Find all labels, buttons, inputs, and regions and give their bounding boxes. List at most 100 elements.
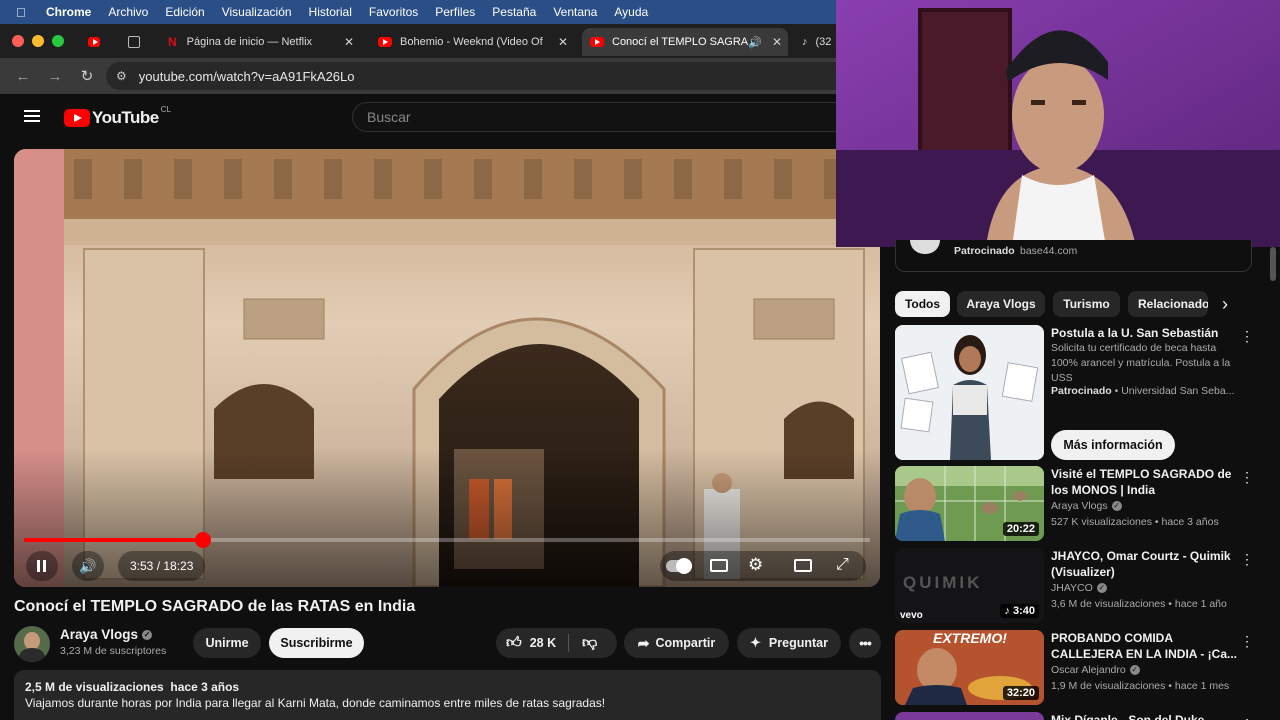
progress-scrubber[interactable] bbox=[194, 532, 211, 548]
menu-pestana[interactable]: Pestaña bbox=[492, 5, 536, 19]
time-display: 3:53 / 18:23 bbox=[118, 551, 206, 581]
more-options-icon[interactable]: ⋮ bbox=[1240, 716, 1250, 720]
chips-next-icon[interactable]: › bbox=[1222, 294, 1228, 315]
rec-thumbnail[interactable] bbox=[895, 712, 1044, 720]
join-label: Unirme bbox=[205, 636, 249, 650]
more-options-icon[interactable]: ⋮ bbox=[1240, 329, 1254, 343]
tab-pinned-2[interactable] bbox=[118, 28, 158, 56]
like-count: 28 K bbox=[529, 636, 557, 650]
menu-archivo[interactable]: Archivo bbox=[108, 5, 148, 19]
rec-title-line1[interactable]: Visité el TEMPLO SAGRADO de bbox=[1051, 466, 1231, 482]
ad-title[interactable]: Postula a la U. San Sebastián bbox=[1051, 325, 1231, 341]
ask-button[interactable]: ✦ Preguntar bbox=[737, 628, 841, 658]
subscribe-button[interactable]: Suscribirme bbox=[269, 628, 364, 658]
chip-label: Relacionado bbox=[1138, 297, 1208, 311]
url-field[interactable]: ⚙ youtube.com/watch?v=aA91FkA26Lo bbox=[106, 62, 840, 90]
ad-cta-button[interactable]: Más información bbox=[1051, 430, 1175, 460]
rec-thumbnail[interactable]: EXTREMO! 32:20 bbox=[895, 630, 1044, 705]
tab-bohemio[interactable]: Bohemio - Weeknd (Video Of ✕ bbox=[370, 28, 574, 56]
search-input[interactable]: Buscar bbox=[352, 102, 840, 132]
progress-played bbox=[24, 538, 203, 542]
rec-channel-line[interactable]: JHAYCO ✓ bbox=[1051, 581, 1107, 596]
apple-icon[interactable]:  bbox=[16, 5, 30, 20]
channel-name-line[interactable]: Araya Vlogs ✓ bbox=[60, 627, 153, 642]
rec-channel-line[interactable]: Araya Vlogs ✓ bbox=[1051, 499, 1122, 514]
back-icon[interactable]: ← bbox=[14, 68, 32, 85]
share-button[interactable]: ➦ Compartir bbox=[624, 628, 729, 658]
more-options-icon[interactable]: ⋮ bbox=[1240, 634, 1254, 648]
rec-thumbnail[interactable]: QUIMIK vevo ♪ 3:40 bbox=[895, 548, 1044, 623]
dislike-button[interactable]: 👎︎ bbox=[582, 634, 597, 652]
ad-thumbnail[interactable] bbox=[895, 325, 1044, 460]
rec-title-line2[interactable]: los MONOS | India bbox=[1051, 482, 1155, 498]
menu-visualizacion[interactable]: Visualización bbox=[222, 5, 292, 19]
close-tab-icon[interactable]: ✕ bbox=[344, 35, 354, 49]
subtitles-icon[interactable] bbox=[710, 559, 728, 572]
rec-title-line1[interactable]: Mix Díganle - Son del Duke bbox=[1051, 712, 1204, 720]
more-options-icon[interactable]: ⋮ bbox=[1240, 552, 1254, 566]
chip-turismo[interactable]: Turismo bbox=[1053, 291, 1120, 317]
like-button[interactable]: 👍︎ 28 K bbox=[496, 634, 556, 652]
speaker-icon[interactable]: 🔊 bbox=[748, 36, 762, 49]
like-dislike-group: 👍︎ 28 K 👎︎ bbox=[496, 628, 617, 658]
menu-edicion[interactable]: Edición bbox=[165, 5, 204, 19]
channel-avatar[interactable] bbox=[14, 626, 50, 662]
ad-thumbnail-image bbox=[895, 325, 1044, 460]
join-button[interactable]: Unirme bbox=[193, 628, 261, 658]
rec-thumbnail[interactable]: 20:22 bbox=[895, 466, 1044, 541]
tab-netflix[interactable]: N Página de inicio — Netflix ✕ bbox=[160, 28, 360, 56]
tab-tiktok[interactable]: ♪ (32 bbox=[796, 28, 840, 56]
youtube-logo[interactable]: YouTube CL bbox=[64, 104, 171, 128]
autoplay-toggle[interactable] bbox=[666, 558, 692, 574]
subscribe-label: Suscribirme bbox=[280, 636, 353, 650]
volume-button[interactable]: 🔊 bbox=[72, 551, 104, 581]
more-actions-button[interactable]: ••• bbox=[849, 628, 881, 658]
sponsor-domain: base44.com bbox=[1020, 245, 1078, 257]
window-close-button[interactable] bbox=[12, 35, 24, 47]
rec-title-line1[interactable]: JHAYCO, Omar Courtz - Quimik bbox=[1051, 548, 1231, 564]
tab-templo-active[interactable]: Conocí el TEMPLO SAGRA 🔊 ✕ bbox=[582, 28, 788, 56]
window-minimize-button[interactable] bbox=[32, 35, 44, 47]
chip-araya-vlogs[interactable]: Araya Vlogs bbox=[957, 291, 1045, 317]
page-scrollbar[interactable] bbox=[1270, 247, 1276, 281]
chip-todos[interactable]: Todos bbox=[895, 291, 950, 317]
video-duration: 20:22 bbox=[1002, 522, 1039, 536]
verified-check-icon: ✓ bbox=[142, 630, 153, 641]
rec-title-line2[interactable]: CALLEJERA EN LA INDIA - ¡Ca... bbox=[1051, 646, 1237, 662]
pause-button[interactable] bbox=[26, 551, 58, 581]
menu-ventana[interactable]: Ventana bbox=[553, 5, 597, 19]
miniplayer-icon[interactable] bbox=[794, 559, 812, 572]
forward-icon[interactable]: → bbox=[46, 68, 64, 85]
sponsored-card-top[interactable]: Patrocinado base44.com bbox=[895, 240, 1252, 272]
reload-icon[interactable]: ↻ bbox=[78, 67, 96, 85]
menu-favoritos[interactable]: Favoritos bbox=[369, 5, 418, 19]
progress-track[interactable] bbox=[24, 532, 870, 548]
video-player[interactable]: 🔊 3:53 / 18:23 ⚙ ⤢ bbox=[14, 149, 880, 587]
close-tab-icon[interactable]: ✕ bbox=[772, 35, 782, 49]
chip-relacionado[interactable]: Relacionado bbox=[1128, 291, 1208, 317]
youtube-header: YouTube CL Buscar bbox=[0, 94, 840, 140]
rec-channel-line[interactable]: Oscar Alejandro ✓ bbox=[1051, 663, 1140, 678]
rec-title-line2[interactable]: (Visualizer) bbox=[1051, 564, 1115, 580]
window-zoom-button[interactable] bbox=[52, 35, 64, 47]
site-info-icon[interactable]: ⚙ bbox=[116, 69, 127, 83]
menu-chrome[interactable]: Chrome bbox=[46, 5, 91, 19]
menu-perfiles[interactable]: Perfiles bbox=[435, 5, 475, 19]
channel-name: Araya Vlogs bbox=[60, 627, 139, 642]
thumb-text: QUIMIK bbox=[903, 573, 983, 592]
video-duration: ♪ 3:40 bbox=[1000, 604, 1039, 618]
menu-historial[interactable]: Historial bbox=[309, 5, 352, 19]
url-text: youtube.com/watch?v=aA91FkA26Lo bbox=[138, 68, 355, 84]
more-options-icon[interactable]: ⋮ bbox=[1240, 470, 1254, 484]
country-code: CL bbox=[160, 104, 171, 114]
rec-title-line1[interactable]: PROBANDO COMIDA bbox=[1051, 630, 1173, 646]
tab-youtube-pinned[interactable] bbox=[82, 28, 108, 56]
time-text: 3:53 / 18:23 bbox=[130, 559, 194, 573]
settings-icon[interactable]: ⚙ bbox=[748, 555, 763, 575]
menu-icon[interactable] bbox=[24, 110, 40, 122]
close-tab-icon[interactable]: ✕ bbox=[553, 35, 568, 49]
menu-ayuda[interactable]: Ayuda bbox=[614, 5, 648, 19]
description-box[interactable]: 2,5 M de visualizaciones hace 3 años Via… bbox=[14, 670, 881, 720]
description-text: Viajamos durante horas por India para ll… bbox=[25, 696, 606, 710]
fullscreen-icon[interactable]: ⤢ bbox=[836, 556, 849, 574]
